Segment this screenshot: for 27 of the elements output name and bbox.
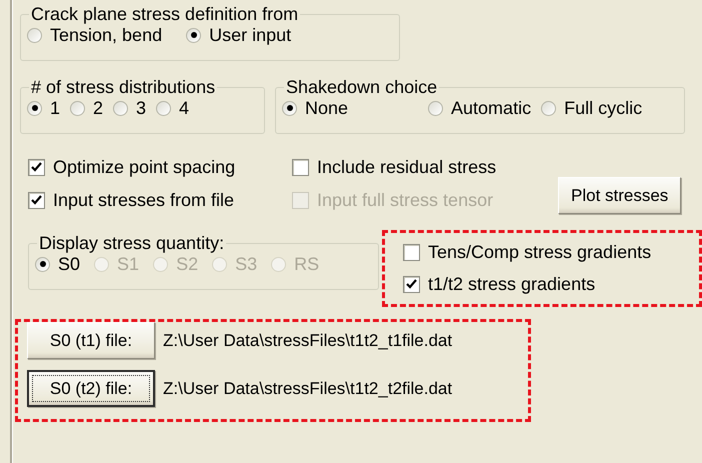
check-icon (31, 162, 42, 172)
radio-button[interactable]: 4 (156, 97, 190, 119)
plot-button[interactable]: Plot stresses (558, 177, 682, 214)
check-icon (31, 194, 42, 206)
radio-button[interactable]: Full cyclic (541, 97, 642, 119)
radio-button[interactable]: 2 (70, 97, 104, 119)
group-title: Crack plane stress definition from (30, 4, 300, 24)
group-title: Display stress quantity: (38, 233, 226, 253)
group-title: Shakedown choice (285, 77, 438, 97)
radio-button[interactable]: User input (186, 24, 292, 46)
file-button[interactable]: S0 (t1) file: (27, 322, 155, 359)
radio-button[interactable]: Automatic (428, 97, 532, 119)
radio-button[interactable]: 1 (27, 97, 60, 119)
radio-button[interactable]: 3 (113, 97, 146, 119)
file-path: Z:\User Data\stressFiles\t1t2_t1file.dat (163, 330, 452, 350)
file-button[interactable]: S0 (t2) file: (27, 370, 155, 407)
checkbox[interactable]: t1/t2 stress gradients (403, 273, 699, 295)
checkbox[interactable]: Optimize point spacing (28, 156, 282, 178)
radio-button[interactable]: None (282, 97, 348, 119)
group-title: # of stress distributions (30, 77, 216, 97)
radio-button[interactable]: Tension, bend (27, 24, 162, 46)
file-path: Z:\User Data\stressFiles\t1t2_t2file.dat (163, 378, 452, 398)
check-icon (406, 278, 417, 290)
checkbox[interactable]: Tens/Comp stress gradients (403, 241, 699, 263)
checkbox[interactable]: Input stresses from file (28, 189, 282, 211)
radio-button[interactable]: S0 (35, 253, 80, 275)
checkbox[interactable]: Include residual stress (292, 156, 548, 178)
